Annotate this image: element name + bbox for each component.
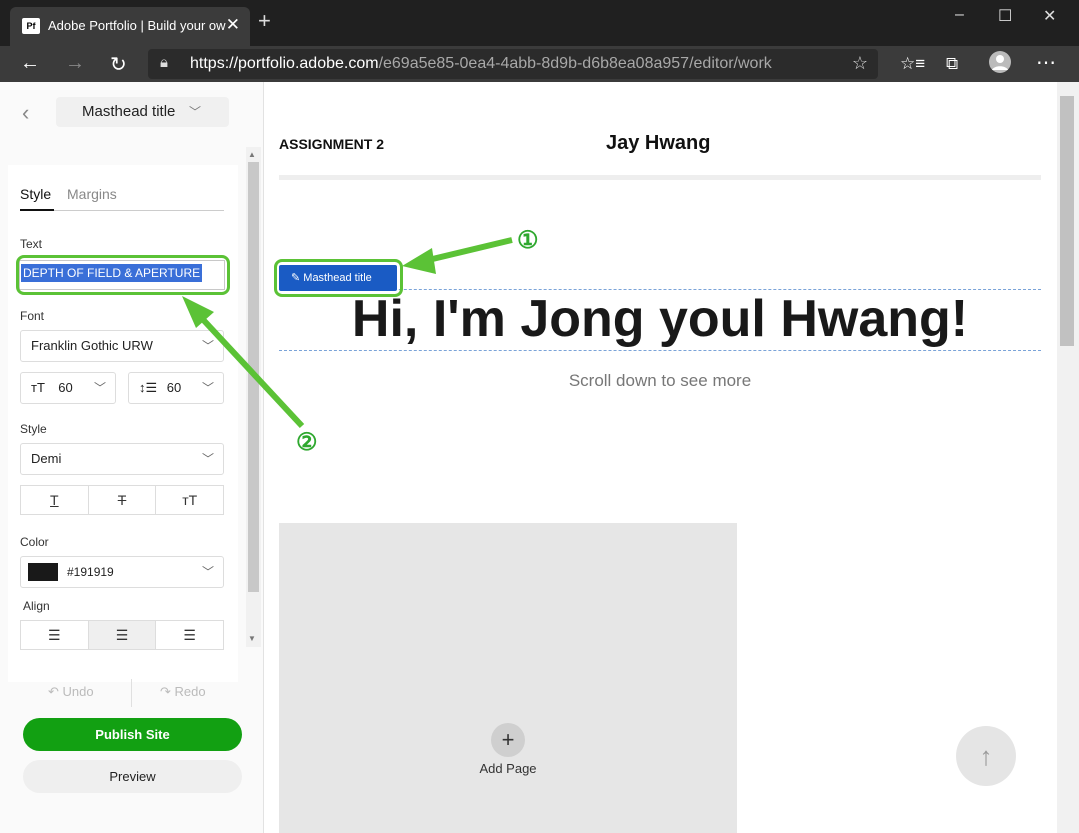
- arrow-1-line: [419, 237, 513, 265]
- callout-2: ②: [296, 429, 318, 456]
- annotation-arrows: [182, 237, 513, 429]
- callout-1: ①: [517, 227, 539, 254]
- arrow-2-line: [193, 309, 305, 429]
- arrow-1-head-icon: [402, 248, 436, 274]
